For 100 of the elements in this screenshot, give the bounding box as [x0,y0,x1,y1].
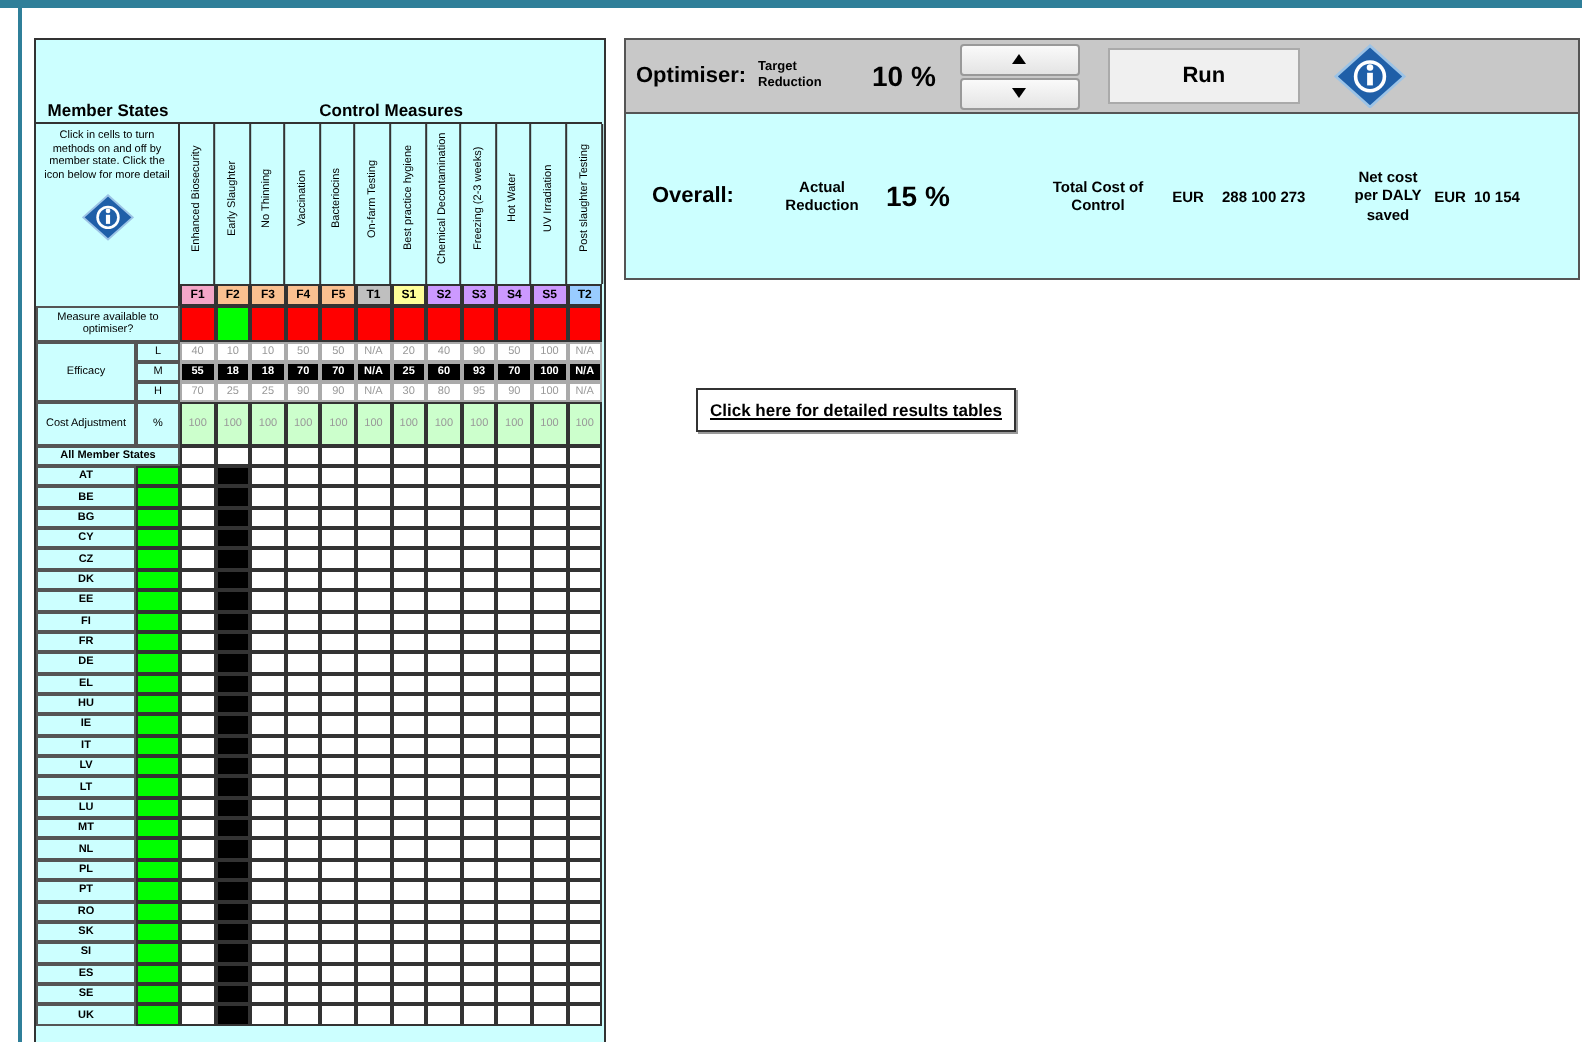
measure-toggle-cell[interactable] [391,942,427,964]
measure-toggle-cell[interactable] [567,1004,603,1026]
measure-toggle-cell[interactable] [496,859,532,881]
measure-toggle-cell[interactable] [285,1004,321,1026]
measure-toggle-cell[interactable] [496,652,532,674]
status-cell[interactable] [136,735,180,757]
measure-toggle-cell[interactable] [250,1004,286,1026]
measure-toggle-cell[interactable] [531,756,568,777]
measure-toggle-cell[interactable] [461,818,497,839]
measure-toggle-cell[interactable] [567,776,603,798]
measure-toggle-cell[interactable] [320,548,356,570]
measure-toggle-cell[interactable] [285,838,321,860]
measure-toggle-cell[interactable] [496,548,532,570]
measure-toggle-cell[interactable] [215,776,251,798]
measure-toggle-cell[interactable] [426,1004,462,1026]
measure-toggle-cell[interactable] [426,507,462,529]
measure-toggle-cell[interactable] [461,756,497,777]
measure-toggle-cell[interactable] [355,590,392,612]
measure-toggle-cell[interactable] [250,548,286,570]
status-cell[interactable] [136,901,180,922]
measure-toggle-cell[interactable] [180,880,216,902]
measure-toggle-cell[interactable] [496,590,532,612]
run-button[interactable]: Run [1107,48,1300,104]
measure-toggle-cell[interactable] [426,631,462,653]
measure-toggle-cell[interactable] [355,818,392,839]
measure-toggle-cell[interactable] [426,880,462,902]
measure-toggle-cell[interactable] [250,528,286,549]
measure-toggle-cell[interactable] [180,507,216,529]
measure-toggle-cell[interactable] [355,714,392,736]
measure-toggle-cell[interactable] [531,776,568,798]
measure-toggle-cell[interactable] [250,507,286,529]
status-cell[interactable] [136,673,180,694]
measure-toggle-cell[interactable] [320,735,356,757]
measure-toggle-cell[interactable] [496,631,532,653]
measure-toggle-cell[interactable] [426,901,462,922]
status-cell[interactable] [136,507,180,529]
measure-toggle-cell[interactable] [496,673,532,694]
measure-toggle-cell[interactable] [355,838,392,860]
measure-toggle-cell[interactable] [215,714,251,736]
measure-toggle-cell[interactable] [391,548,427,570]
status-cell[interactable] [136,652,180,674]
measure-toggle-cell[interactable] [426,921,462,943]
measure-toggle-cell[interactable] [180,548,216,570]
measure-toggle-cell[interactable] [531,818,568,839]
measure-toggle-cell[interactable] [567,838,603,860]
measure-toggle-cell[interactable] [180,818,216,839]
measure-toggle-cell[interactable] [567,548,603,570]
measure-toggle-cell[interactable] [355,756,392,777]
all-states-toggle[interactable] [496,446,532,466]
measure-toggle-cell[interactable] [391,528,427,549]
measure-toggle-cell[interactable] [180,611,216,632]
measure-toggle-cell[interactable] [391,776,427,798]
measure-toggle-cell[interactable] [531,714,568,736]
measure-toggle-cell[interactable] [250,756,286,777]
measure-toggle-cell[interactable] [461,880,497,902]
availability-cell[interactable] [496,306,532,342]
measure-toggle-cell[interactable] [496,569,532,591]
measure-toggle-cell[interactable] [567,942,603,964]
measure-toggle-cell[interactable] [496,693,532,715]
status-cell[interactable] [136,942,180,964]
status-cell[interactable] [136,818,180,839]
measure-toggle-cell[interactable] [285,528,321,549]
measure-toggle-cell[interactable] [531,466,568,487]
all-states-toggle[interactable] [285,446,321,466]
measure-toggle-cell[interactable] [355,466,392,487]
measure-toggle-cell[interactable] [215,548,251,570]
measure-toggle-cell[interactable] [496,797,532,819]
measure-toggle-cell[interactable] [496,880,532,902]
status-cell[interactable] [136,548,180,570]
measure-toggle-cell[interactable] [320,631,356,653]
measure-toggle-cell[interactable] [496,838,532,860]
measure-toggle-cell[interactable] [180,466,216,487]
measure-toggle-cell[interactable] [426,776,462,798]
all-states-toggle[interactable] [567,446,603,466]
measure-toggle-cell[interactable] [215,880,251,902]
measure-toggle-cell[interactable] [320,673,356,694]
measure-toggle-cell[interactable] [426,859,462,881]
measure-toggle-cell[interactable] [496,507,532,529]
measure-toggle-cell[interactable] [180,756,216,777]
measure-toggle-cell[interactable] [320,1004,356,1026]
measure-toggle-cell[interactable] [426,569,462,591]
all-states-toggle[interactable] [391,446,427,466]
measure-toggle-cell[interactable] [180,838,216,860]
measure-toggle-cell[interactable] [355,486,392,508]
measure-toggle-cell[interactable] [391,714,427,736]
measure-toggle-cell[interactable] [426,942,462,964]
measure-toggle-cell[interactable] [180,1004,216,1026]
availability-cell[interactable] [531,306,568,342]
measure-toggle-cell[interactable] [496,756,532,777]
measure-toggle-cell[interactable] [496,963,532,984]
status-cell[interactable] [136,776,180,798]
measure-toggle-cell[interactable] [250,611,286,632]
measure-toggle-cell[interactable] [215,818,251,839]
measure-toggle-cell[interactable] [426,963,462,984]
measure-toggle-cell[interactable] [531,942,568,964]
measure-toggle-cell[interactable] [426,714,462,736]
measure-toggle-cell[interactable] [426,528,462,549]
measure-toggle-cell[interactable] [426,590,462,612]
measure-toggle-cell[interactable] [180,797,216,819]
measure-toggle-cell[interactable] [496,1004,532,1026]
